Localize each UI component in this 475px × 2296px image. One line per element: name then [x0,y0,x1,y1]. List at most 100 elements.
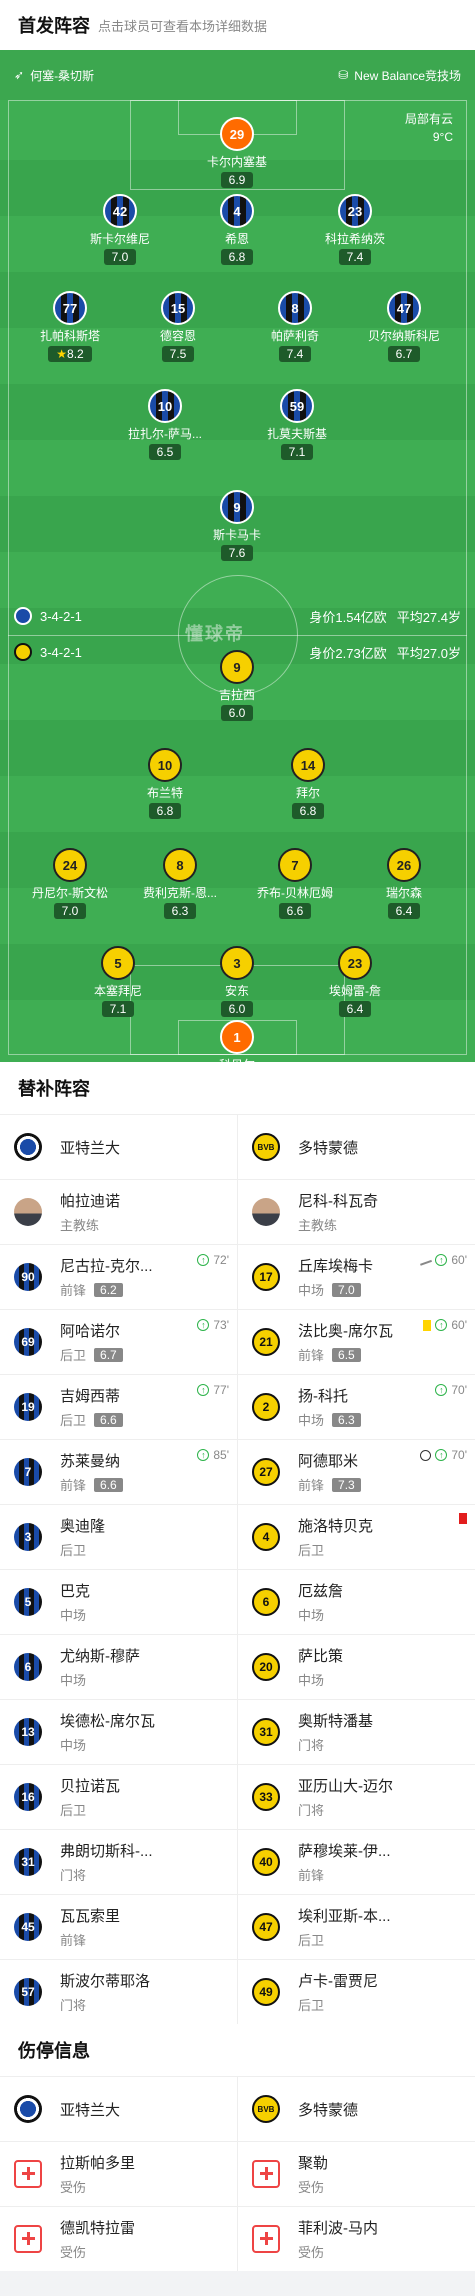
sub-player[interactable]: 17 丘库埃梅卡 中场 7.0 ↑ 60' [237,1245,475,1309]
sub-player[interactable]: 16 贝拉诺瓦 后卫 [0,1765,237,1829]
sub-player[interactable]: 57 斯波尔蒂耶洛 门将 [0,1960,237,2024]
player-position: 后卫 [60,1413,87,1428]
rating-value: 6.4 [346,1002,364,1016]
player-away[interactable]: 26 瑞尔森 6.4 [349,848,459,920]
sub-player[interactable]: 45 瓦瓦索里 前锋 [0,1895,237,1959]
player-number: 45 [14,1913,42,1941]
sub-minute: 60' [451,1318,467,1332]
away-team-cell[interactable]: BVB 多特蒙德 [237,2077,475,2141]
player-position: 后卫 [298,1933,325,1948]
player-home[interactable]: 9 斯卡马卡 7.6 [182,490,292,562]
player-home[interactable]: 42 斯卡尔维尼 7.0 [65,194,175,266]
player-position: 前锋 [298,1868,325,1883]
player-rating: 7.0 [53,903,87,919]
injured-player[interactable]: 拉斯帕多里 受伤 [0,2142,237,2206]
injury-status: 受伤 [60,2245,87,2260]
player-name: 埃德松-席尔瓦 [60,1713,155,1730]
injured-player[interactable]: 聚勒 受伤 [237,2142,475,2206]
home-age: 平均27.4岁 [396,609,461,625]
player-away[interactable]: 14 拜尔 6.8 [253,748,363,820]
lineup-header: 首发阵容 点击球员可查看本场详细数据 [0,0,475,50]
injury-status: 受伤 [60,2180,87,2195]
player-name: 奥斯特潘基 [298,1713,374,1730]
home-team-info: 3-4-2-1 身价1.54亿欧 平均27.4岁 [0,604,475,628]
sub-player[interactable]: 6 尤纳斯-穆萨 中场 [0,1635,237,1699]
player-away[interactable]: 24 丹尼尔-斯文松 7.0 [15,848,125,920]
player-home[interactable]: 8 帕萨利奇 7.4 [240,291,350,363]
sub-player[interactable]: 7 苏莱曼纳 前锋 6.6 ↑ 85' [0,1440,237,1504]
home-team-cell[interactable]: 亚特兰大 [0,2077,237,2141]
player-name: 施洛特贝克 [298,1518,374,1535]
home-team-cell[interactable]: 亚特兰大 [0,1115,237,1179]
player-away[interactable]: 8 费利克斯-恩... 6.3 [125,848,235,920]
player-position: 后卫 [298,1543,325,1558]
injured-player[interactable]: 德凯特拉雷 受伤 [0,2207,237,2271]
player-name: 拜尔 [295,786,320,800]
home-coach[interactable]: 帕拉迪诺 主教练 [0,1180,237,1244]
teams-row: 亚特兰大 BVB 多特蒙德 [0,1114,475,1179]
sub-player[interactable]: 20 萨比策 中场 [237,1635,475,1699]
sub-player[interactable]: 90 尼古拉-克尔... 前锋 6.2 ↑ 72' [0,1245,237,1309]
player-name: 吉姆西蒂 [60,1388,121,1405]
player-rating: 7.6 [220,545,254,561]
player-home[interactable]: 59 扎莫夫斯基 7.1 [242,389,352,461]
player-away[interactable]: 7 乔布-贝林厄姆 6.6 [240,848,350,920]
sub-player[interactable]: 3 奥迪隆 后卫 [0,1505,237,1569]
sub-player[interactable]: 27 阿德耶米 前锋 7.3 ↑ 70' [237,1440,475,1504]
injury-title: 伤停信息 [0,2024,475,2076]
player-number: 40 [252,1848,280,1876]
sub-player[interactable]: 4 施洛特贝克 后卫 [237,1505,475,1569]
sub-player[interactable]: 31 弗朗切斯科-... 门将 [0,1830,237,1894]
player-home[interactable]: 77 扎帕科斯塔 ★8.2 [15,291,125,363]
player-name: 奥迪隆 [60,1518,106,1535]
sub-player[interactable]: 47 埃利亚斯-本... 后卫 [237,1895,475,1959]
sub-player[interactable]: 31 奥斯特潘基 门将 [237,1700,475,1764]
sub-player[interactable]: 21 法比奥-席尔瓦 前锋 6.5 ↑ 60' [237,1310,475,1374]
player-position: 前锋 [298,1348,325,1363]
event-indicator: ↑ 70' [435,1383,467,1397]
coach-avatar [14,1198,42,1226]
sub-row: 19 吉姆西蒂 后卫 6.6 ↑ 77' 2 扬-科托 中场 6.3 ↑ 70' [0,1374,475,1439]
player-name: 瑞尔森 [385,886,422,900]
sub-player[interactable]: 33 亚历山大-迈尔 门将 [237,1765,475,1829]
player-home[interactable]: 15 德容恩 7.5 [123,291,233,363]
player-home[interactable]: 4 希恩 6.8 [182,194,292,266]
player-away[interactable]: 10 布兰特 6.8 [110,748,220,820]
sub-player[interactable]: 6 厄兹詹 中场 [237,1570,475,1634]
sub-player[interactable]: 69 阿哈诺尔 后卫 6.7 ↑ 73' [0,1310,237,1374]
player-name: 巴克 [60,1583,91,1600]
injury-status: 受伤 [298,2245,325,2260]
player-home[interactable]: 29 卡尔内塞基 6.9 [182,117,292,189]
sub-player[interactable]: 40 萨穆埃莱-伊... 前锋 [237,1830,475,1894]
injured-player[interactable]: 菲利波-马内 受伤 [237,2207,475,2271]
player-number: 10 [148,389,182,423]
player-name: 阿哈诺尔 [60,1323,121,1340]
player-home[interactable]: 47 贝尔纳斯科尼 6.7 [349,291,459,363]
rating-value: 7.5 [169,347,187,361]
player-away[interactable]: 3 安东 6.0 [182,946,292,1018]
player-number: 7 [278,848,312,882]
away-coach[interactable]: 尼科-科瓦奇 主教练 [237,1180,475,1244]
player-rating: 6.2 [94,1282,123,1297]
yellow-card-icon [423,1319,432,1331]
player-position: 中场 [298,1283,325,1298]
stadium-info: ⛁ New Balance竞技场 [338,67,461,84]
page-subtitle: 点击球员可查看本场详细数据 [98,18,268,34]
player-rating: 6.4 [338,1001,372,1017]
player-number: 23 [338,946,372,980]
sub-row: 7 苏莱曼纳 前锋 6.6 ↑ 85' 27 阿德耶米 前锋 7.3 ↑ 70' [0,1439,475,1504]
sub-player[interactable]: 13 埃德松-席尔瓦 中场 [0,1700,237,1764]
player-away[interactable]: 1科贝尔7.1 [182,1020,292,1062]
player-home[interactable]: 23 科拉希纳茨 7.4 [300,194,410,266]
away-team-cell[interactable]: BVB 多特蒙德 [237,1115,475,1179]
sub-player[interactable]: 2 扬-科托 中场 6.3 ↑ 70' [237,1375,475,1439]
sub-player[interactable]: 49 卢卡-雷贾尼 后卫 [237,1960,475,2024]
player-away[interactable]: 5 本塞拜尼 7.1 [63,946,173,1018]
player-away[interactable]: 23 埃姆雷-詹 6.4 [300,946,410,1018]
player-away[interactable]: 9 吉拉西 6.0 [182,650,292,722]
player-home[interactable]: 10 拉扎尔-萨马... 6.5 [110,389,220,461]
sub-player[interactable]: 19 吉姆西蒂 后卫 6.6 ↑ 77' [0,1375,237,1439]
sub-player[interactable]: 5 巴克 中场 [0,1570,237,1634]
player-name: 萨穆埃莱-伊... [298,1843,391,1860]
player-rating: 6.3 [163,903,197,919]
